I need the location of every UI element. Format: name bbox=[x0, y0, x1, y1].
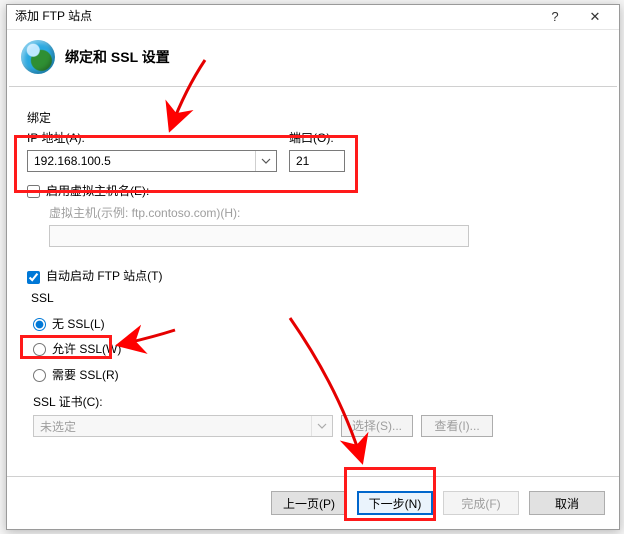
vhost-enable-row: 启用虚拟主机名(E): bbox=[27, 184, 599, 200]
port-input[interactable] bbox=[289, 150, 345, 172]
prev-button[interactable]: 上一页(P) bbox=[271, 491, 347, 515]
ssl-cert-select-button: 选择(S)... bbox=[341, 415, 413, 437]
ssl-none-label: 无 SSL(L) bbox=[52, 317, 105, 333]
ssl-none-row: 无 SSL(L) bbox=[33, 317, 599, 333]
autostart-checkbox[interactable] bbox=[27, 271, 40, 284]
autostart-label: 自动启动 FTP 站点(T) bbox=[46, 269, 162, 285]
ip-label: IP 地址(A): bbox=[27, 131, 277, 147]
ssl-allow-radio[interactable] bbox=[33, 343, 46, 356]
chevron-down-icon[interactable] bbox=[255, 151, 276, 171]
finish-button: 完成(F) bbox=[443, 491, 519, 515]
ssl-require-row: 需要 SSL(R) bbox=[33, 368, 599, 384]
ssl-cert-value: 未选定 bbox=[33, 415, 333, 437]
window-title: 添加 FTP 站点 bbox=[15, 9, 535, 25]
ssl-group: SSL 无 SSL(L) 允许 SSL(W) 需要 SSL(R) SSL 证书(… bbox=[27, 291, 599, 437]
page-title: 绑定和 SSL 设置 bbox=[65, 48, 170, 66]
globe-icon bbox=[21, 40, 55, 74]
ssl-require-label: 需要 SSL(R) bbox=[52, 368, 119, 384]
vhost-enable-label: 启用虚拟主机名(E): bbox=[46, 184, 149, 200]
dialog-footer: 上一页(P) 下一步(N) 完成(F) 取消 bbox=[7, 476, 619, 529]
ip-combobox[interactable] bbox=[27, 150, 277, 172]
port-field: 端口(O): bbox=[289, 131, 345, 173]
ip-port-row: IP 地址(A): 端口(O): bbox=[27, 131, 599, 173]
vhost-host-label: 虚拟主机(示例: ftp.contoso.com)(H): bbox=[49, 206, 599, 222]
dialog-header: 绑定和 SSL 设置 bbox=[7, 30, 619, 86]
ssl-allow-row: 允许 SSL(W) bbox=[33, 342, 599, 358]
dialog-window: 添加 FTP 站点 ? ✕ 绑定和 SSL 设置 绑定 IP 地址(A): bbox=[6, 4, 620, 530]
next-button[interactable]: 下一步(N) bbox=[357, 491, 433, 515]
cancel-button[interactable]: 取消 bbox=[529, 491, 605, 515]
binding-section-label: 绑定 bbox=[27, 111, 603, 127]
vhost-enable-checkbox[interactable] bbox=[27, 185, 40, 198]
ssl-cert-row: 未选定 选择(S)... 查看(I)... bbox=[33, 415, 599, 437]
ssl-require-radio[interactable] bbox=[33, 369, 46, 382]
ip-input[interactable] bbox=[27, 150, 277, 172]
ip-field: IP 地址(A): bbox=[27, 131, 277, 173]
help-button[interactable]: ? bbox=[535, 5, 575, 29]
ssl-allow-label: 允许 SSL(W) bbox=[52, 342, 121, 358]
titlebar: 添加 FTP 站点 ? ✕ bbox=[7, 5, 619, 30]
autostart-row: 自动启动 FTP 站点(T) bbox=[27, 269, 599, 285]
dialog-body: 绑定 IP 地址(A): 端口(O): bbox=[7, 87, 619, 476]
ssl-cert-select: 未选定 bbox=[33, 415, 333, 437]
ssl-none-radio[interactable] bbox=[33, 318, 46, 331]
ssl-cert-view-button: 查看(I)... bbox=[421, 415, 493, 437]
close-button[interactable]: ✕ bbox=[575, 5, 615, 29]
ssl-section-label: SSL bbox=[31, 291, 599, 307]
port-label: 端口(O): bbox=[289, 131, 345, 147]
chevron-down-icon bbox=[311, 416, 332, 436]
ssl-cert-label: SSL 证书(C): bbox=[33, 395, 599, 411]
vhost-host-input bbox=[49, 225, 469, 247]
